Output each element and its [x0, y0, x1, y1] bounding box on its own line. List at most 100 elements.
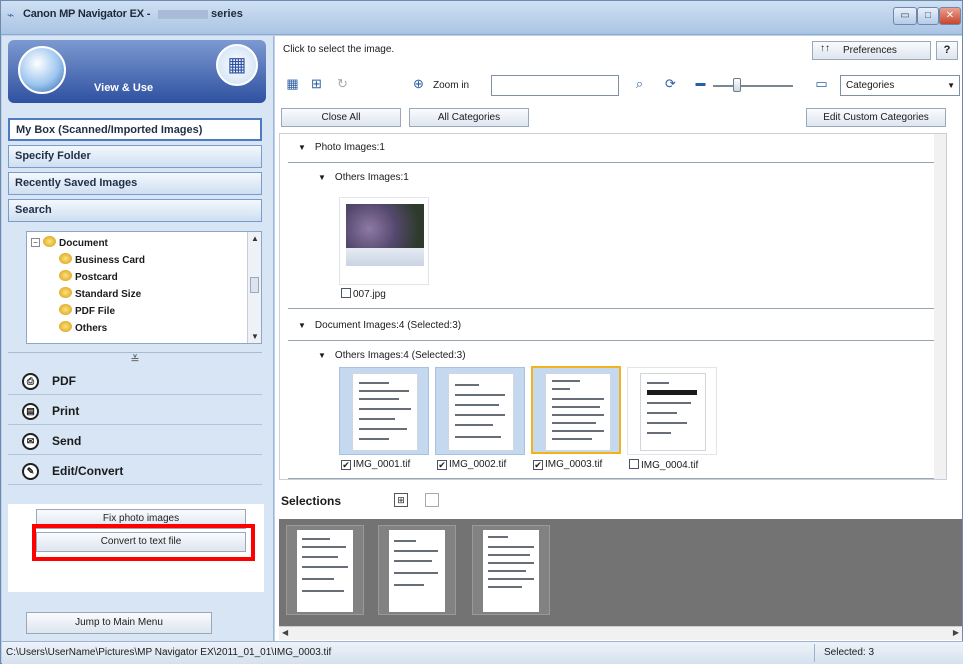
file-path: C:\Users\UserName\Pictures\MP Navigator … [6, 647, 332, 658]
action-edit-convert[interactable]: ✎ Edit/Convert [8, 458, 262, 485]
collapse-triangle-icon[interactable]: ▼ [298, 321, 306, 330]
selections-bar: Selections ⊞ [279, 491, 962, 513]
nav-recently-saved[interactable]: Recently Saved Images [8, 172, 262, 195]
collapse-triangle-icon[interactable]: ▼ [318, 351, 326, 360]
selected-thumbnail[interactable] [378, 525, 456, 615]
thumbnail-area: ▼ Photo Images:1 ▼ Others Images:1 007.jpg… [279, 133, 947, 480]
document-page [448, 373, 514, 451]
document-page [297, 530, 353, 612]
checkbox-box[interactable]: ✔ [533, 460, 543, 470]
thumbnail-img-0002[interactable] [435, 367, 525, 455]
checkbox-box[interactable]: ✔ [341, 460, 351, 470]
redacted-model-name [158, 10, 208, 19]
selected-count: Selected: 3 [824, 647, 875, 658]
tree-node-postcard[interactable]: Postcard [59, 270, 118, 283]
highlight-annotation [32, 524, 255, 561]
selections-label: Selections [281, 494, 342, 508]
horizontal-scrollbar[interactable]: ◀ ▶ [279, 626, 962, 640]
all-categories-button[interactable]: All Categories [409, 108, 529, 127]
preferences-icon: ↑↑ [820, 43, 830, 54]
action-send[interactable]: ✉ Send [8, 428, 262, 455]
view-use-mode-icon[interactable] [18, 46, 66, 94]
small-thumbnail-icon[interactable]: ▬ [691, 74, 710, 93]
checkbox-007[interactable]: 007.jpg [341, 288, 386, 300]
action-print[interactable]: ▤ Print [8, 398, 262, 425]
large-thumbnail-icon[interactable]: ▭ [812, 74, 831, 93]
nav-specify-folder[interactable]: Specify Folder [8, 145, 262, 168]
thumbnail-img-0004[interactable] [627, 367, 717, 455]
tree-node-document[interactable]: Document [43, 236, 108, 249]
tree-node-others[interactable]: Others [59, 321, 107, 334]
nav-search[interactable]: Search [8, 199, 262, 222]
refresh-icon[interactable]: ⟳ [661, 74, 680, 93]
checkbox-img-0003[interactable]: ✔ IMG_0003.tif [533, 459, 602, 470]
canon-logo-icon: ⌁ [7, 8, 15, 22]
title-bar: ⌁ Canon MP Navigator EX - series ▭ □ ✕ [1, 1, 962, 35]
slider-thumb[interactable] [733, 78, 741, 92]
collapse-triangle-icon[interactable]: ▼ [318, 173, 326, 182]
group-photo[interactable]: ▼ Photo Images:1 [298, 142, 385, 153]
grid-view-icon[interactable]: ⊞ [307, 74, 326, 93]
search-input[interactable] [491, 75, 619, 96]
zoom-in-icon[interactable]: ⊕ [409, 74, 428, 93]
help-button[interactable]: ? [936, 41, 958, 60]
group-document-others[interactable]: ▼ Others Images:4 (Selected:3) [318, 350, 466, 361]
checkbox-box[interactable]: ✔ [437, 460, 447, 470]
maximize-button[interactable]: □ [917, 7, 939, 25]
expand-chevron-icon[interactable]: ≚ [8, 352, 262, 368]
scroll-thumb[interactable] [250, 277, 259, 293]
main-menu-grid-icon[interactable]: ▦ [216, 44, 258, 86]
status-separator [814, 644, 815, 662]
scroll-left-icon[interactable]: ◀ [282, 628, 288, 637]
window-title-series: series [211, 8, 243, 20]
thumbnail-img-0001[interactable] [339, 367, 429, 455]
scroll-down-icon[interactable]: ▼ [251, 332, 259, 341]
window-title: Canon MP Navigator EX - [23, 8, 151, 20]
close-all-button[interactable]: Close All [281, 108, 401, 127]
scroll-right-icon[interactable]: ▶ [953, 628, 959, 637]
checkbox-box[interactable] [341, 288, 351, 298]
list-view-icon[interactable] [425, 493, 439, 507]
checkbox-box[interactable] [629, 459, 639, 469]
thumbnail-size-slider[interactable] [713, 85, 793, 87]
tree-node-pdf-file[interactable]: PDF File [59, 304, 115, 317]
group-photo-others[interactable]: ▼ Others Images:1 [318, 172, 409, 183]
folder-icon [59, 270, 72, 281]
checkbox-img-0004[interactable]: IMG_0004.tif [629, 459, 698, 471]
selected-thumbnail[interactable] [286, 525, 364, 615]
collapse-triangle-icon[interactable]: ▼ [298, 143, 306, 152]
image-toolbar: ▦ ⊞ ↻ ⊕ Zoom in ⌕ ⟳ ▬ ▭ Categories ▼ [275, 70, 962, 100]
folder-icon [59, 304, 72, 315]
rotate-icon[interactable]: ↻ [333, 74, 352, 93]
action-pdf[interactable]: ⎙ PDF [8, 368, 262, 395]
thumbnail-007[interactable] [339, 197, 429, 285]
printer-icon: ▤ [22, 403, 39, 420]
selected-thumbnail[interactable] [472, 525, 550, 615]
edit-custom-categories-button[interactable]: Edit Custom Categories [806, 108, 946, 127]
zoom-in-label[interactable]: Zoom in [433, 80, 469, 91]
divider [288, 308, 936, 309]
left-panel: View & Use ▦ My Box (Scanned/Imported Im… [2, 36, 274, 641]
thumbnail-img-0003[interactable] [531, 366, 621, 454]
close-button[interactable]: ✕ [939, 7, 961, 25]
sort-by-select[interactable]: Categories ▼ [840, 75, 960, 96]
checkbox-img-0001[interactable]: ✔ IMG_0001.tif [341, 459, 410, 470]
group-document[interactable]: ▼ Document Images:4 (Selected:3) [298, 320, 461, 331]
collapse-icon[interactable]: − [31, 238, 40, 247]
document-page [352, 373, 418, 451]
scroll-up-icon[interactable]: ▲ [251, 234, 259, 243]
chevron-down-icon: ▼ [947, 81, 955, 90]
tree-scrollbar[interactable]: ▲ ▼ [247, 232, 261, 343]
jump-to-main-menu-button[interactable]: Jump to Main Menu [26, 612, 212, 634]
vertical-scrollbar[interactable] [934, 134, 946, 479]
nav-my-box[interactable]: My Box (Scanned/Imported Images) [8, 118, 262, 141]
checkbox-img-0002[interactable]: ✔ IMG_0002.tif [437, 459, 506, 470]
thumbnail-view-icon[interactable]: ▦ [283, 74, 302, 93]
grid-view-icon[interactable]: ⊞ [394, 493, 408, 507]
minimize-button[interactable]: ▭ [893, 7, 917, 25]
search-icon[interactable]: ⌕ [630, 74, 649, 93]
tree-node-standard-size[interactable]: Standard Size [59, 287, 141, 300]
folder-icon [59, 287, 72, 298]
tree-node-business-card[interactable]: Business Card [59, 253, 145, 266]
folder-icon [59, 321, 72, 332]
